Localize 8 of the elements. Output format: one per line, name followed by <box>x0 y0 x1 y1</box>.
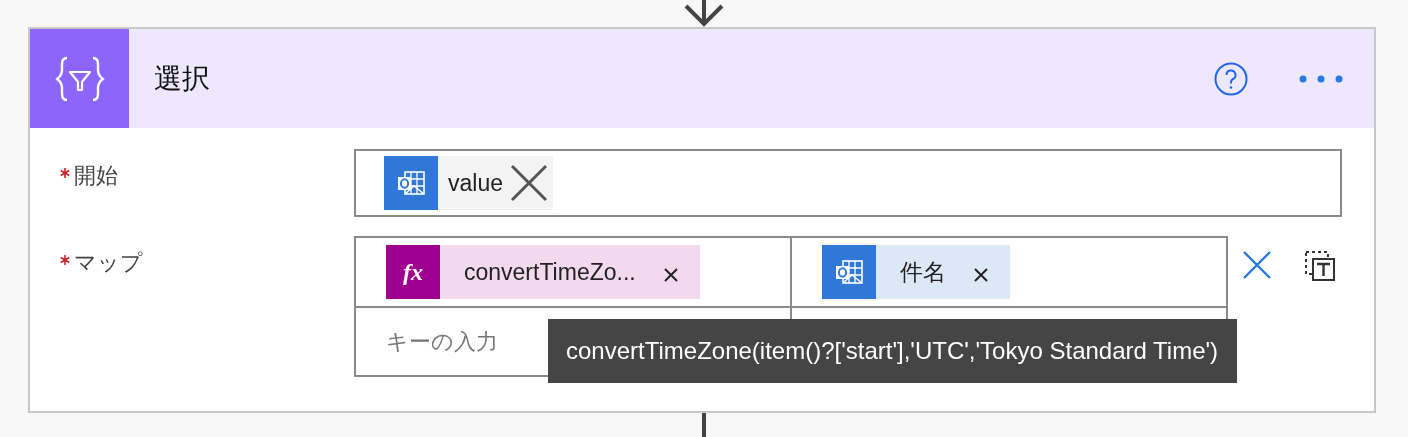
action-title: 選択 <box>154 61 211 96</box>
token-text: value <box>447 169 504 197</box>
field-label: マップ <box>74 249 143 277</box>
tooltip: convertTimeZone(item()?['start'],'UTC','Tokyo Standard Time') <box>548 319 1238 383</box>
token-text: convertTimeZo... <box>463 258 637 286</box>
function-label: fx <box>403 258 423 286</box>
token-text: 件名 <box>899 257 947 287</box>
field-label: 開始 <box>74 162 118 190</box>
